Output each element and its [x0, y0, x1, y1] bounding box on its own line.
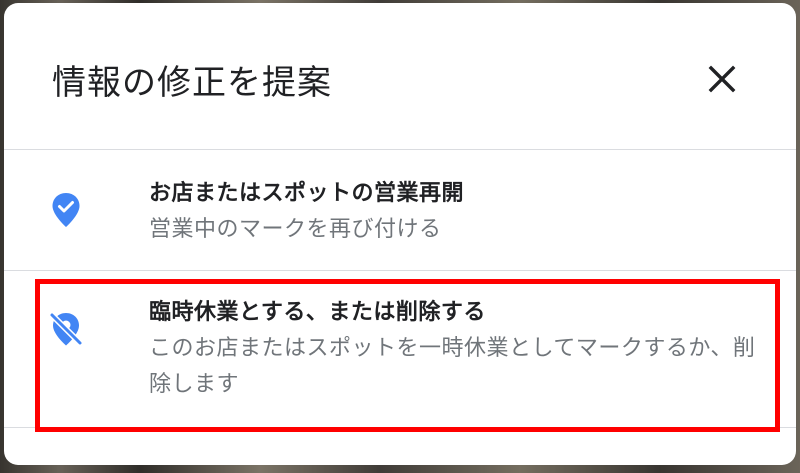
verified-pin-icon [48, 192, 84, 228]
option-close-or-remove-place[interactable]: 臨時休業とする、または削除する このお店またはスポットを一時休業としてマークする… [4, 271, 796, 428]
option-title: お店またはスポットの営業再開 [149, 181, 465, 206]
option-title: 臨時休業とする、または削除する [149, 300, 486, 325]
option-text: お店またはスポットの営業再開 営業中のマークを再び付ける [149, 178, 769, 248]
pin-off-icon [48, 311, 84, 347]
option-text: 臨時休業とする、または削除する このお店またはスポットを一時休業としてマークする… [149, 297, 769, 403]
option-description: 営業中のマークを再び付ける [149, 217, 442, 242]
close-icon [708, 65, 736, 93]
dialog-title: 情報の修正を提案 [52, 63, 332, 103]
option-description: このお店またはスポットを一時休業としてマークするか、削除します [149, 336, 756, 397]
suggest-edit-dialog: 情報の修正を提案 お店またはスポットの営業再開 営業中のマークを再び付ける 臨時… [4, 3, 796, 465]
close-button[interactable] [700, 57, 744, 101]
option-reopen-place[interactable]: お店またはスポットの営業再開 営業中のマークを再び付ける [4, 150, 796, 271]
dialog-header: 情報の修正を提案 [4, 3, 796, 150]
